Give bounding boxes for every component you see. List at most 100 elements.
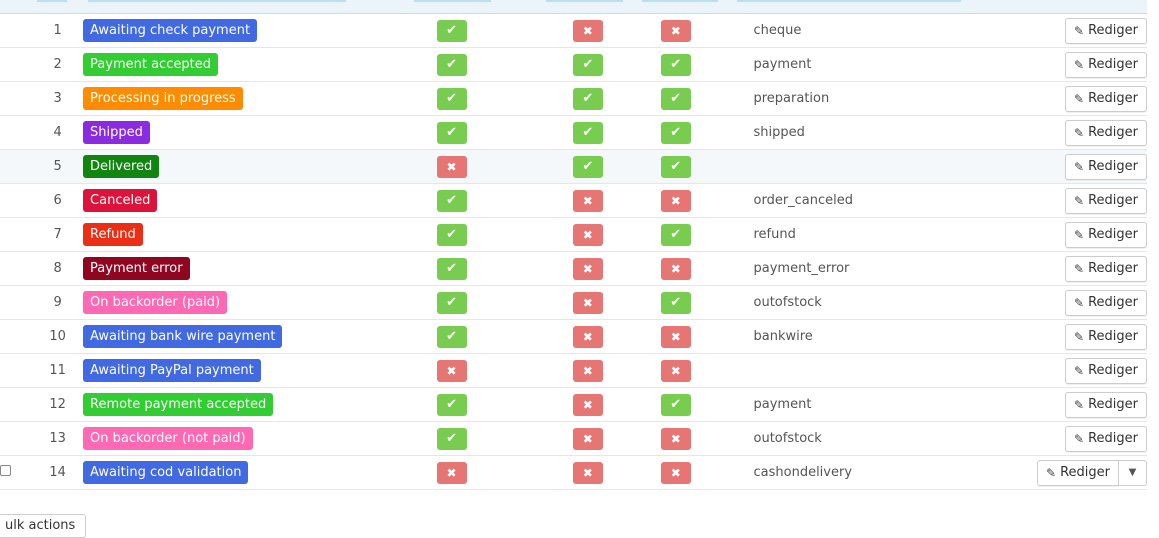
table-row[interactable]: 4 Shipped ✔ ✔ ✔ shipped ✎ Rediger xyxy=(0,115,1147,150)
edit-button-label: Rediger xyxy=(1088,397,1138,412)
edit-button[interactable]: ✎ Rediger xyxy=(1065,357,1147,384)
cross-icon[interactable]: ✖ xyxy=(572,291,603,314)
table-row[interactable]: 1 Awaiting check payment ✔ ✖ ✖ cheque ✎ … xyxy=(0,14,1147,48)
check-icon[interactable]: ✔ xyxy=(436,53,467,76)
check-icon[interactable]: ✔ xyxy=(660,87,691,110)
check-icon[interactable]: ✔ xyxy=(436,291,467,314)
check-icon[interactable]: ✔ xyxy=(572,87,603,110)
check-icon[interactable]: ✔ xyxy=(660,121,691,144)
check-icon[interactable]: ✔ xyxy=(660,53,691,76)
row-checkbox-cell xyxy=(0,251,34,286)
cross-icon[interactable]: ✖ xyxy=(660,325,691,348)
row-checkbox[interactable] xyxy=(0,465,11,476)
bulk-actions-button[interactable]: ulk actions xyxy=(0,514,87,538)
check-icon[interactable]: ✔ xyxy=(436,121,467,144)
status-badge: On backorder (paid) xyxy=(83,291,228,314)
edit-button[interactable]: ✎ Rediger xyxy=(1065,85,1147,112)
check-icon[interactable]: ✔ xyxy=(436,427,467,450)
check-icon[interactable]: ✔ xyxy=(436,223,467,246)
status-name-cell: Awaiting bank wire payment xyxy=(82,319,437,354)
cross-icon[interactable]: ✖ xyxy=(660,189,691,212)
check-icon[interactable]: ✔ xyxy=(436,257,467,280)
edit-button[interactable]: ✎ Rediger xyxy=(1065,51,1147,78)
table-row[interactable]: 11 Awaiting PayPal payment ✖ ✖ ✖ ✎ Redig… xyxy=(0,353,1147,388)
edit-button[interactable]: ✎ Rediger xyxy=(1037,459,1119,486)
cross-icon[interactable]: ✖ xyxy=(572,19,603,42)
edit-button-label: Rediger xyxy=(1088,57,1138,72)
edit-button[interactable]: ✎ Rediger xyxy=(1065,425,1147,452)
cross-icon[interactable]: ✖ xyxy=(572,393,603,416)
cross-icon[interactable]: ✖ xyxy=(572,461,603,484)
cross-icon[interactable]: ✖ xyxy=(572,427,603,450)
status-badge: Processing in progress xyxy=(83,87,243,110)
check-icon[interactable]: ✔ xyxy=(436,325,467,348)
table-row[interactable]: 6 Canceled ✔ ✖ ✖ order_canceled ✎ Redige… xyxy=(0,183,1147,218)
invoice-cell: ✔ xyxy=(660,149,754,184)
cross-icon[interactable]: ✖ xyxy=(572,359,603,382)
check-icon[interactable]: ✔ xyxy=(660,393,691,416)
table-row[interactable]: 7 Refund ✔ ✖ ✔ refund ✎ Rediger xyxy=(0,217,1147,252)
check-icon[interactable]: ✔ xyxy=(436,87,467,110)
table-row[interactable]: 12 Remote payment accepted ✔ ✖ ✔ payment… xyxy=(0,387,1147,422)
actions-cell: ✎ Rediger xyxy=(1037,251,1147,286)
status-id: 10 xyxy=(33,319,83,354)
status-id: 12 xyxy=(33,387,83,422)
cross-icon[interactable]: ✖ xyxy=(572,257,603,280)
cross-icon[interactable]: ✖ xyxy=(660,19,691,42)
edit-button[interactable]: ✎ Rediger xyxy=(1065,17,1147,44)
cross-icon[interactable]: ✖ xyxy=(660,461,691,484)
pencil-icon: ✎ xyxy=(1046,465,1057,480)
table-row[interactable]: 3 Processing in progress ✔ ✔ ✔ preparati… xyxy=(0,81,1147,116)
cross-icon[interactable]: ✖ xyxy=(572,223,603,246)
table-row[interactable]: 13 On backorder (not paid) ✔ ✖ ✖ outofst… xyxy=(0,421,1147,456)
table-row[interactable]: 9 On backorder (paid) ✔ ✖ ✔ outofstock ✎… xyxy=(0,285,1147,320)
check-icon[interactable]: ✔ xyxy=(572,121,603,144)
dropdown-toggle[interactable]: ▼ xyxy=(1119,459,1147,486)
check-icon[interactable]: ✔ xyxy=(436,19,467,42)
cross-icon[interactable]: ✖ xyxy=(660,359,691,382)
edit-button[interactable]: ✎ Rediger xyxy=(1065,187,1147,214)
edit-button[interactable]: ✎ Rediger xyxy=(1065,391,1147,418)
filter-field[interactable] xyxy=(737,0,961,2)
pencil-icon: ✎ xyxy=(1074,125,1085,140)
table-row[interactable]: 8 Payment error ✔ ✖ ✖ payment_error ✎ Re… xyxy=(0,251,1147,286)
filter-field[interactable] xyxy=(642,0,718,2)
table-row[interactable]: 14 Awaiting cod validation ✖ ✖ ✖ cashond… xyxy=(0,455,1147,490)
cross-icon[interactable]: ✖ xyxy=(436,155,467,178)
table-row[interactable]: 5 Delivered ✖ ✔ ✔ ✎ Rediger xyxy=(0,149,1147,184)
row-checkbox-cell xyxy=(0,47,34,82)
check-icon[interactable]: ✔ xyxy=(660,223,691,246)
check-icon[interactable]: ✔ xyxy=(436,393,467,416)
cross-icon[interactable]: ✖ xyxy=(572,325,603,348)
email-template xyxy=(753,353,1038,388)
filter-field[interactable] xyxy=(37,0,67,2)
edit-button[interactable]: ✎ Rediger xyxy=(1065,289,1147,316)
edit-button[interactable]: ✎ Rediger xyxy=(1065,221,1147,248)
status-badge: Payment error xyxy=(83,257,190,280)
filter-field[interactable] xyxy=(546,0,623,2)
filter-field[interactable] xyxy=(88,0,346,2)
status-name-cell: Awaiting PayPal payment xyxy=(82,353,437,388)
check-icon[interactable]: ✔ xyxy=(660,155,691,178)
check-icon[interactable]: ✔ xyxy=(572,53,603,76)
cross-icon[interactable]: ✖ xyxy=(572,189,603,212)
edit-button[interactable]: ✎ Rediger xyxy=(1065,153,1147,180)
cross-icon[interactable]: ✖ xyxy=(660,427,691,450)
status-id: 13 xyxy=(33,421,83,456)
check-icon[interactable]: ✔ xyxy=(572,155,603,178)
actions-cell: ✎ Rediger xyxy=(1037,149,1147,184)
edit-button[interactable]: ✎ Rediger xyxy=(1065,255,1147,282)
cross-icon[interactable]: ✖ xyxy=(436,461,467,484)
cross-icon[interactable]: ✖ xyxy=(660,257,691,280)
actions-cell: ✎ Rediger xyxy=(1037,115,1147,150)
check-icon[interactable]: ✔ xyxy=(660,291,691,314)
table-body: 1 Awaiting check payment ✔ ✖ ✖ cheque ✎ … xyxy=(0,14,1147,490)
table-row[interactable]: 10 Awaiting bank wire payment ✔ ✖ ✖ bank… xyxy=(0,319,1147,354)
edit-button[interactable]: ✎ Rediger xyxy=(1065,119,1147,146)
edit-button[interactable]: ✎ Rediger xyxy=(1065,323,1147,350)
email-template: order_canceled xyxy=(753,183,1038,218)
filter-field[interactable] xyxy=(414,0,491,2)
table-row[interactable]: 2 Payment accepted ✔ ✔ ✔ payment ✎ Redig… xyxy=(0,47,1147,82)
cross-icon[interactable]: ✖ xyxy=(436,359,467,382)
check-icon[interactable]: ✔ xyxy=(436,189,467,212)
